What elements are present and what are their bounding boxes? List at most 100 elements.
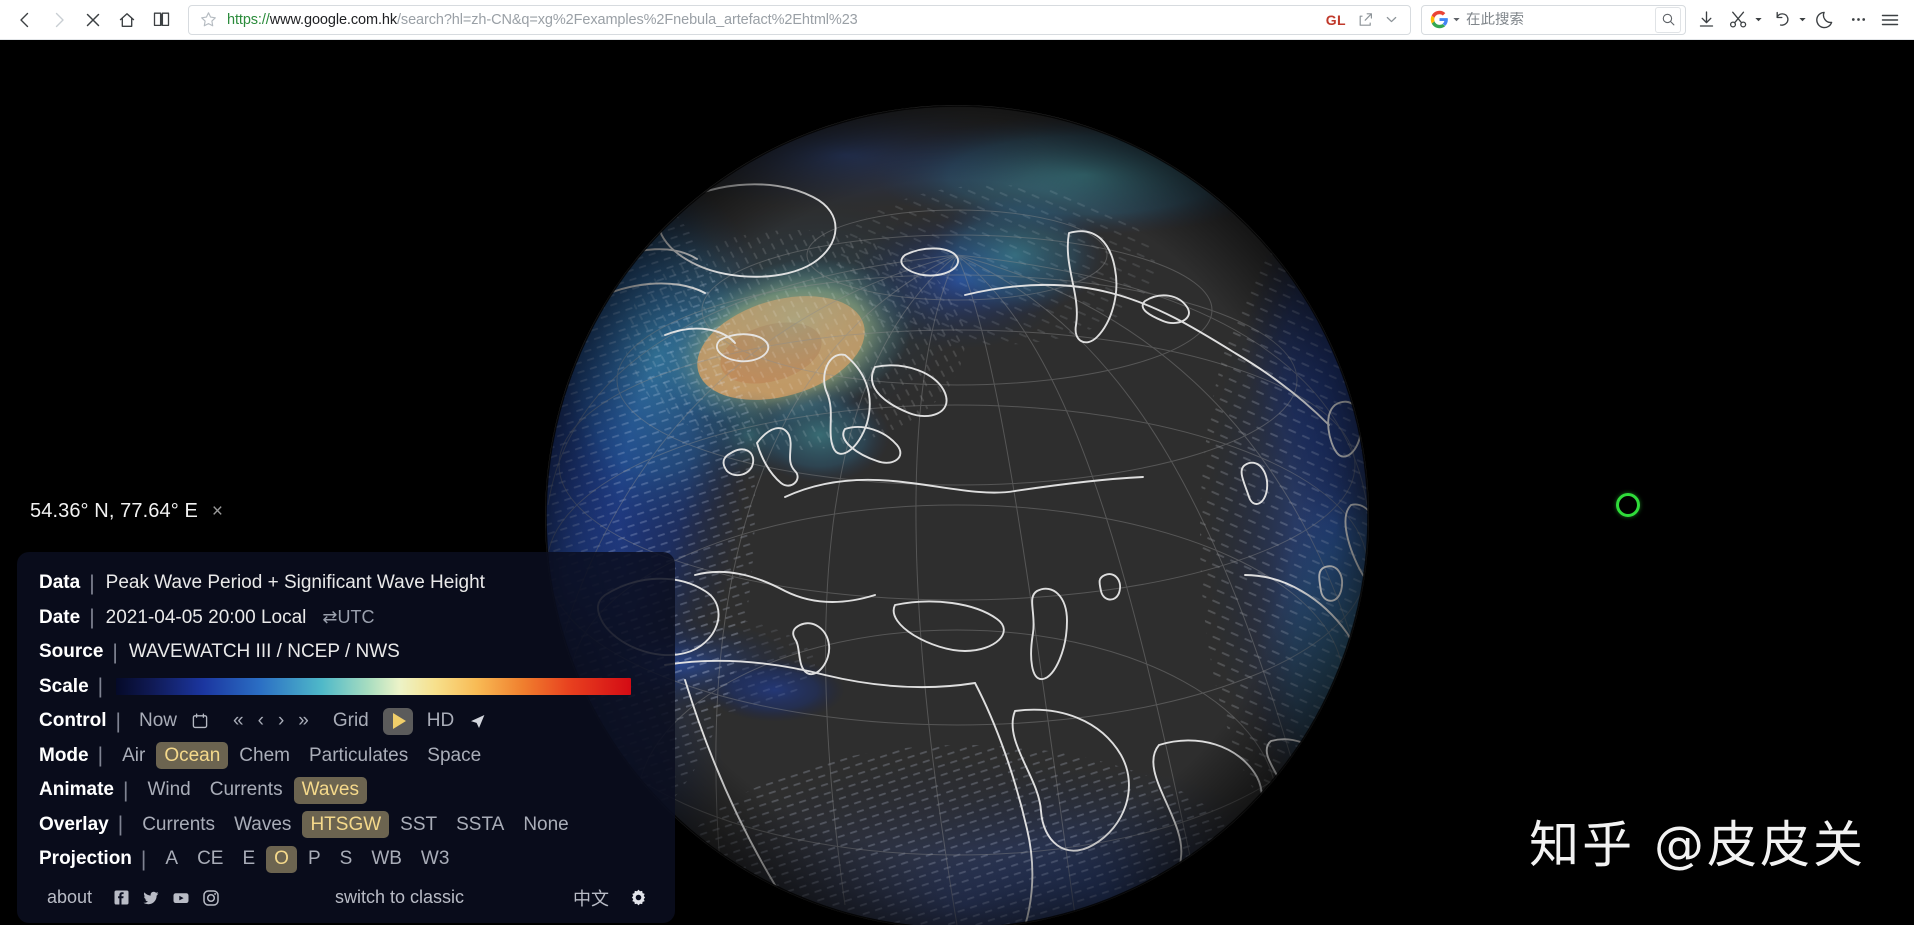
projection-option-s[interactable]: S bbox=[332, 846, 361, 873]
play-button[interactable] bbox=[382, 707, 413, 735]
location-readout: 54.36° N, 77.64° E × bbox=[30, 500, 223, 523]
hd-button[interactable]: HD bbox=[420, 708, 461, 734]
download-icon bbox=[1699, 11, 1713, 27]
home-button[interactable] bbox=[110, 3, 144, 37]
overlay-label: Overlay bbox=[39, 813, 109, 835]
location-close-button[interactable]: × bbox=[212, 502, 223, 521]
instagram-link[interactable] bbox=[196, 885, 226, 911]
switch-to-classic-link[interactable]: switch to classic bbox=[335, 887, 464, 908]
date-row: Date | 2021-04-05 20:00 Local ⇄UTC bbox=[17, 601, 675, 636]
overlay-option-currents[interactable]: Currents bbox=[134, 811, 223, 838]
search-box[interactable] bbox=[1421, 4, 1686, 35]
gl-badge[interactable]: GL bbox=[1320, 12, 1352, 28]
language-link[interactable]: 中文 bbox=[573, 885, 609, 911]
calendar-button[interactable] bbox=[184, 710, 216, 732]
mode-option-space[interactable]: Space bbox=[419, 742, 489, 769]
now-button[interactable]: Now bbox=[132, 708, 184, 734]
mode-option-chem[interactable]: Chem bbox=[231, 742, 298, 769]
animate-option-currents[interactable]: Currents bbox=[202, 777, 291, 804]
location-marker[interactable] bbox=[1616, 493, 1640, 517]
control-label: Control bbox=[39, 710, 107, 732]
mode-option-particulates[interactable]: Particulates bbox=[301, 742, 416, 769]
animate-option-wind[interactable]: Wind bbox=[139, 777, 198, 804]
mode-label: Mode bbox=[39, 744, 89, 766]
forward-button[interactable] bbox=[42, 3, 76, 37]
search-input[interactable] bbox=[1466, 11, 1655, 28]
divider: | bbox=[89, 571, 95, 595]
screenshot-button[interactable] bbox=[1722, 4, 1766, 36]
overlay-option-ssta[interactable]: SSTA bbox=[448, 811, 512, 838]
back-button[interactable] bbox=[8, 3, 42, 37]
url-dropdown-button[interactable] bbox=[1378, 7, 1404, 33]
menu-button[interactable] bbox=[1874, 4, 1906, 36]
twitter-icon bbox=[143, 891, 159, 904]
divider: | bbox=[97, 744, 104, 768]
reload-history-button[interactable] bbox=[1766, 4, 1810, 36]
overlay-option-waves[interactable]: Waves bbox=[226, 811, 299, 838]
navigation-arrow-icon bbox=[471, 714, 485, 728]
close-icon bbox=[86, 13, 100, 26]
projection-option-a[interactable]: A bbox=[157, 846, 186, 873]
divider: | bbox=[112, 640, 118, 664]
settings-button[interactable] bbox=[623, 885, 653, 911]
control-row: Control | Now « ‹ › » Grid HD bbox=[17, 704, 675, 739]
overlay-option-none[interactable]: None bbox=[515, 811, 576, 838]
divider: | bbox=[140, 847, 147, 871]
share-button[interactable] bbox=[1352, 7, 1378, 33]
bookmark-star-icon[interactable] bbox=[195, 7, 221, 33]
gear-icon bbox=[631, 889, 645, 906]
locate-button[interactable] bbox=[461, 710, 494, 733]
step-back-fast-button[interactable]: « bbox=[226, 708, 251, 734]
scale-row: Scale | bbox=[17, 670, 675, 705]
address-bar[interactable]: https://www.google.com.hk/search?hl=zh-C… bbox=[188, 4, 1411, 35]
panel-footer: about switch to classic 中文 bbox=[17, 877, 675, 913]
downloads-button[interactable] bbox=[1690, 4, 1722, 36]
url-text[interactable]: https://www.google.com.hk/search?hl=zh-C… bbox=[221, 12, 1320, 28]
calendar-icon bbox=[192, 713, 208, 729]
stop-button[interactable] bbox=[76, 3, 110, 37]
projection-option-wb[interactable]: WB bbox=[363, 846, 410, 873]
back-arrow-icon bbox=[20, 12, 29, 27]
browser-toolbar: https://www.google.com.hk/search?hl=zh-C… bbox=[0, 0, 1914, 40]
more-options-button[interactable] bbox=[1842, 4, 1874, 36]
color-scale-bar[interactable] bbox=[116, 678, 631, 696]
mode-option-air[interactable]: Air bbox=[114, 742, 153, 769]
date-value: 2021-04-05 20:00 Local bbox=[105, 606, 307, 628]
search-submit-button[interactable] bbox=[1655, 6, 1681, 33]
youtube-link[interactable] bbox=[166, 885, 196, 911]
mode-option-ocean[interactable]: Ocean bbox=[156, 742, 229, 770]
about-link[interactable]: about bbox=[47, 887, 92, 908]
twitter-link[interactable] bbox=[136, 885, 166, 911]
divider: | bbox=[117, 813, 124, 837]
undo-icon bbox=[1776, 11, 1789, 26]
animate-option-waves[interactable]: Waves bbox=[293, 776, 367, 804]
animate-row: Animate | Wind Currents Waves bbox=[17, 773, 675, 808]
google-logo-icon bbox=[1430, 10, 1448, 29]
reading-list-button[interactable] bbox=[144, 3, 178, 37]
step-forward-button[interactable]: › bbox=[271, 708, 291, 734]
ellipsis-icon bbox=[1851, 18, 1865, 21]
source-row: Source | WAVEWATCH III / NCEP / NWS bbox=[17, 635, 675, 670]
search-icon bbox=[1662, 13, 1674, 26]
scissors-icon bbox=[1729, 11, 1746, 28]
book-icon bbox=[153, 12, 169, 27]
overlay-option-htsgw[interactable]: HTSGW bbox=[302, 811, 390, 839]
projection-option-ce[interactable]: CE bbox=[189, 846, 231, 873]
projection-option-w3[interactable]: W3 bbox=[413, 846, 458, 873]
projection-option-p[interactable]: P bbox=[300, 846, 329, 873]
dark-mode-button[interactable] bbox=[1810, 4, 1842, 36]
chevron-down-icon bbox=[1799, 18, 1806, 22]
divider: | bbox=[122, 778, 129, 802]
projection-label: Projection bbox=[39, 848, 132, 870]
projection-option-o[interactable]: O bbox=[266, 845, 297, 873]
search-engine-selector[interactable] bbox=[1426, 10, 1466, 29]
step-forward-fast-button[interactable]: » bbox=[291, 708, 316, 734]
grid-button[interactable]: Grid bbox=[326, 708, 376, 734]
utc-toggle-button[interactable]: ⇄UTC bbox=[322, 607, 374, 628]
map-stage[interactable]: 54.36° N, 77.64° E × Data | Peak Wave Pe… bbox=[0, 40, 1914, 925]
overlay-option-sst[interactable]: SST bbox=[392, 811, 445, 838]
projection-option-e[interactable]: E bbox=[234, 846, 263, 873]
facebook-link[interactable] bbox=[106, 885, 136, 911]
step-back-button[interactable]: ‹ bbox=[251, 708, 271, 734]
forward-arrow-icon bbox=[55, 12, 64, 27]
